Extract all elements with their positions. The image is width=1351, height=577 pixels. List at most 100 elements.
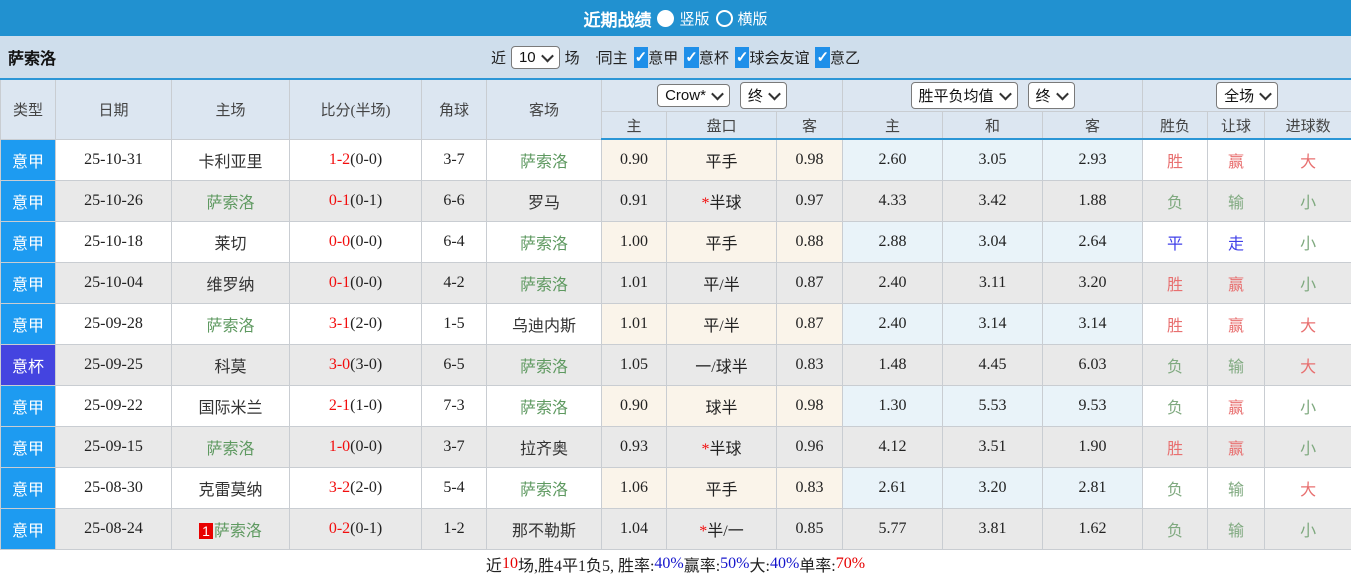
cell-away-team: 乌迪内斯 [486,303,602,345]
cell-result-goals: 小 [1264,262,1351,304]
away-team-name: 拉齐奥 [519,441,568,458]
cell-odds-draw: 3.04 [942,221,1044,263]
chevron-down-icon [768,87,781,101]
cell-result-winlose: 胜 [1142,303,1209,345]
handicap-text: 半/一 [707,523,744,540]
cell-score: 0-2(0-1) [289,508,422,550]
checkbox-icon[interactable]: ✓ [684,46,699,68]
radio-unselected-icon[interactable] [715,9,733,27]
table-row: 意甲 25-08-30 克雷莫纳 3-2(2-0) 5-4 萨索洛 1.06 平… [0,467,1351,509]
cell-asia-away-odds: 0.83 [775,344,844,386]
halftime-score: (2-0) [350,315,383,332]
cell-result-letball: 赢 [1207,385,1266,427]
checkbox-serie-b[interactable]: ✓ 意乙 [815,46,860,68]
radio-horizontal[interactable]: 横版 [715,8,768,29]
summary-win2-rate: 50% [720,554,750,572]
summary-record: 场,胜4平1负5, 胜率: [517,557,655,575]
fulltime-score: 2-1 [328,397,351,414]
cell-asia-home-odds: 0.93 [601,426,667,468]
league-badge: 意甲 [1,386,55,426]
cell-result-winlose: 胜 [1142,262,1209,304]
bookmaker-time-select[interactable]: 终 [739,82,787,109]
cell-corner: 3-7 [421,426,487,468]
cell-corner: 1-2 [421,508,487,550]
team-name: 萨索洛 [8,51,57,68]
summary-big-label: 大: [749,557,770,575]
cell-handicap: 球半 [666,385,777,427]
away-team-name: 那不勒斯 [511,523,576,540]
handicap-text: 平手 [705,482,738,499]
summary-single-label: 单率: [799,557,836,575]
cell-date: 25-09-22 [55,385,172,427]
fulltime-score: 0-1 [328,274,351,291]
fulltime-score: 3-2 [328,479,351,496]
table-row: 意甲 25-09-15 萨索洛 1-0(0-0) 3-7 拉齐奥 0.93 *半… [0,426,1351,468]
fulltime-score: 0-1 [328,192,351,209]
league-badge: 意甲 [1,263,55,303]
cell-asia-away-odds: 0.87 [775,262,844,304]
cell-asia-home-odds: 1.06 [601,467,667,509]
fulltime-score: 1-0 [328,438,351,455]
cell-home-team: 萨索洛 [171,303,290,345]
league-badge: 意甲 [1,222,55,262]
checkbox-same-home[interactable]: 同主 [595,47,628,68]
halftime-score: (1-0) [350,397,383,414]
cell-away-team: 罗马 [486,180,602,222]
cell-score: 0-1(0-1) [289,180,422,222]
cell-result-letball: 输 [1207,467,1266,509]
cell-home-team: 萨索洛 [171,426,290,468]
cell-odds-draw: 3.20 [942,467,1044,509]
checkbox-icon[interactable]: ✓ [633,46,649,68]
subheader-handicap: 盘口 [666,111,777,140]
radio-vertical[interactable]: 竖版 [657,8,710,29]
cell-odds-away: 1.88 [1042,180,1144,222]
home-team-name: 莱切 [214,236,247,253]
checkbox-serie-a[interactable]: ✓ 意甲 [633,46,678,68]
cell-asia-home-odds: 0.90 [601,138,667,181]
filterbar: 萨索洛 近 10 场 同主 ✓ 意甲 ✓ 意杯 ✓ 球会友谊 ✓ 意乙 [0,36,1351,78]
radio-vertical-label[interactable]: 竖版 [679,8,709,29]
cell-asia-away-odds: 0.97 [775,180,844,222]
cell-result-goals: 小 [1264,180,1351,222]
cell-away-team: 萨索洛 [486,344,602,386]
cell-odds-draw: 4.45 [942,344,1044,386]
handicap-text: 平手 [705,154,738,171]
cell-date: 25-10-04 [55,262,172,304]
home-team-name: 萨索洛 [206,441,255,458]
checkbox-club-friendly[interactable]: ✓ 球会友谊 [734,46,809,68]
odds-time-select[interactable]: 终 [1027,82,1075,109]
scope-select[interactable]: 全场 [1216,82,1279,109]
cell-result-winlose: 负 [1142,344,1209,386]
handicap-text: 平/半 [703,318,740,335]
radio-selected-icon[interactable] [657,9,675,27]
radio-horizontal-label[interactable]: 横版 [738,8,768,29]
table-row: 意甲 25-08-24 1 萨索洛 0-2(0-1) 1-2 那不勒斯 1.04 … [0,508,1351,550]
away-team-name: 乌迪内斯 [511,318,576,335]
halftime-score: (3-0) [350,356,383,373]
cell-home-team: 莱切 [171,221,290,263]
fulltime-score: 3-0 [328,356,351,373]
cell-date: 25-10-26 [55,180,172,222]
handicap-text: 球半 [705,400,738,417]
cell-score: 3-2(2-0) [289,467,422,509]
cell-odds-draw: 3.11 [942,262,1044,304]
bookmaker-select[interactable]: Crow* [657,84,730,107]
checkbox-italy-cup[interactable]: ✓ 意杯 [684,46,729,68]
away-team-name: 萨索洛 [519,277,568,294]
summary-win-rate: 40% [654,554,684,572]
col-header-home: 主场 [171,78,290,140]
home-team-name: 克雷莫纳 [198,482,263,499]
cell-result-winlose: 负 [1142,467,1209,509]
cell-asia-home-odds: 0.91 [601,180,667,222]
cell-odds-draw: 3.14 [942,303,1044,345]
cell-home-team: 萨索洛 [171,180,290,222]
match-count-select[interactable]: 10 [510,45,560,69]
cell-asia-home-odds: 1.04 [601,508,667,550]
odds-average-select[interactable]: 胜平负均值 [910,82,1018,109]
cell-away-team: 萨索洛 [486,385,602,427]
checkbox-icon[interactable]: ✓ [815,46,831,68]
cell-corner: 6-6 [421,180,487,222]
checkbox-icon[interactable]: ✓ [734,46,750,68]
cell-corner: 6-5 [421,344,487,386]
away-team-name: 萨索洛 [519,482,568,499]
